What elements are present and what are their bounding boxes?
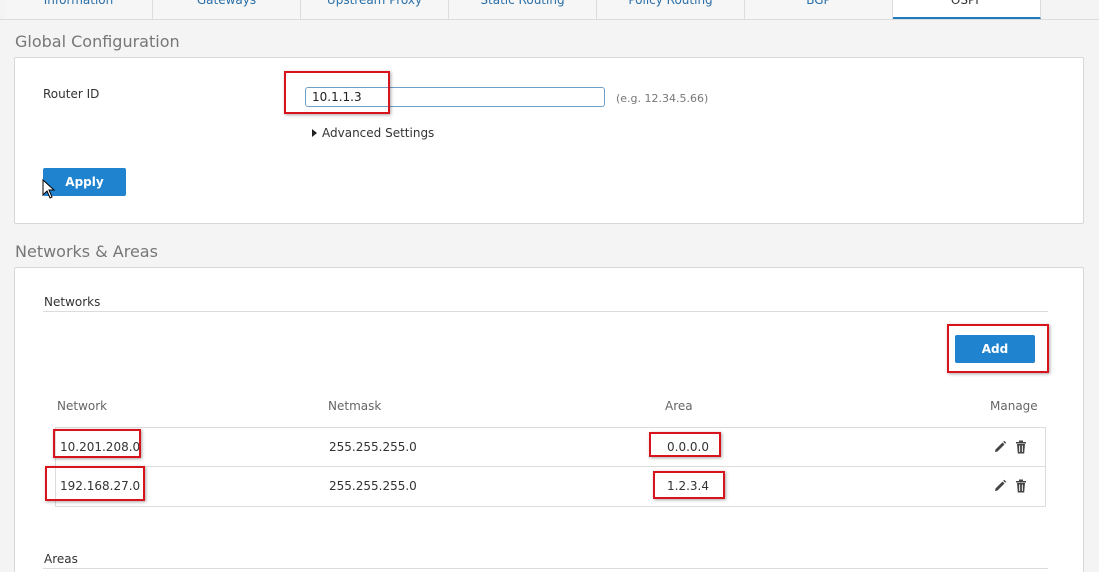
col-area: Area — [665, 399, 693, 413]
areas-heading: Areas — [44, 552, 78, 566]
networks-areas-title: Networks & Areas — [15, 242, 158, 261]
network-cell: 192.168.27.0 — [60, 479, 141, 493]
tab-upstream-proxy[interactable]: Upstream Proxy — [301, 0, 449, 19]
col-netmask: Netmask — [328, 399, 382, 413]
tab-policy-routing[interactable]: Policy Routing — [597, 0, 745, 19]
advanced-settings-toggle[interactable]: Advanced Settings — [312, 126, 434, 140]
networks-heading: Networks — [44, 295, 101, 309]
area-cell: 1.2.3.4 — [667, 479, 709, 493]
advanced-settings-label: Advanced Settings — [322, 126, 435, 140]
networks-areas-panel — [14, 267, 1084, 572]
netmask-cell: 255.255.255.0 — [329, 479, 417, 493]
col-network: Network — [57, 399, 108, 413]
router-id-label: Router ID — [43, 87, 100, 101]
table-row: 192.168.27.0 255.255.255.0 1.2.3.4 — [56, 467, 1045, 506]
edit-icon[interactable] — [993, 479, 1007, 493]
router-id-input[interactable] — [305, 87, 605, 107]
networks-table: 10.201.208.0 255.255.255.0 0.0.0.0 192.1… — [55, 427, 1046, 507]
col-manage: Manage — [990, 399, 1038, 413]
add-button[interactable]: Add — [955, 335, 1035, 363]
tab-ospf[interactable]: OSPF — [893, 0, 1041, 19]
tab-static-routing[interactable]: Static Routing — [449, 0, 597, 19]
networks-divider — [43, 311, 1048, 312]
trash-icon[interactable] — [1014, 440, 1028, 454]
tab-bar: Information Gateways Upstream Proxy Stat… — [0, 0, 1099, 20]
trash-icon[interactable] — [1014, 479, 1028, 493]
tab-gateways[interactable]: Gateways — [153, 0, 301, 19]
router-id-hint: (e.g. 12.34.5.66) — [616, 92, 709, 105]
table-row: 10.201.208.0 255.255.255.0 0.0.0.0 — [56, 428, 1045, 467]
global-config-title: Global Configuration — [15, 32, 180, 51]
area-cell: 0.0.0.0 — [667, 440, 709, 454]
tab-information[interactable]: Information — [5, 0, 153, 19]
cursor-icon — [42, 179, 56, 199]
areas-divider — [43, 568, 1048, 569]
edit-icon[interactable] — [993, 440, 1007, 454]
tab-bgp[interactable]: BGP — [745, 0, 893, 19]
global-config-panel — [14, 57, 1084, 224]
caret-right-icon — [312, 129, 317, 137]
network-cell: 10.201.208.0 — [60, 440, 141, 454]
netmask-cell: 255.255.255.0 — [329, 440, 417, 454]
